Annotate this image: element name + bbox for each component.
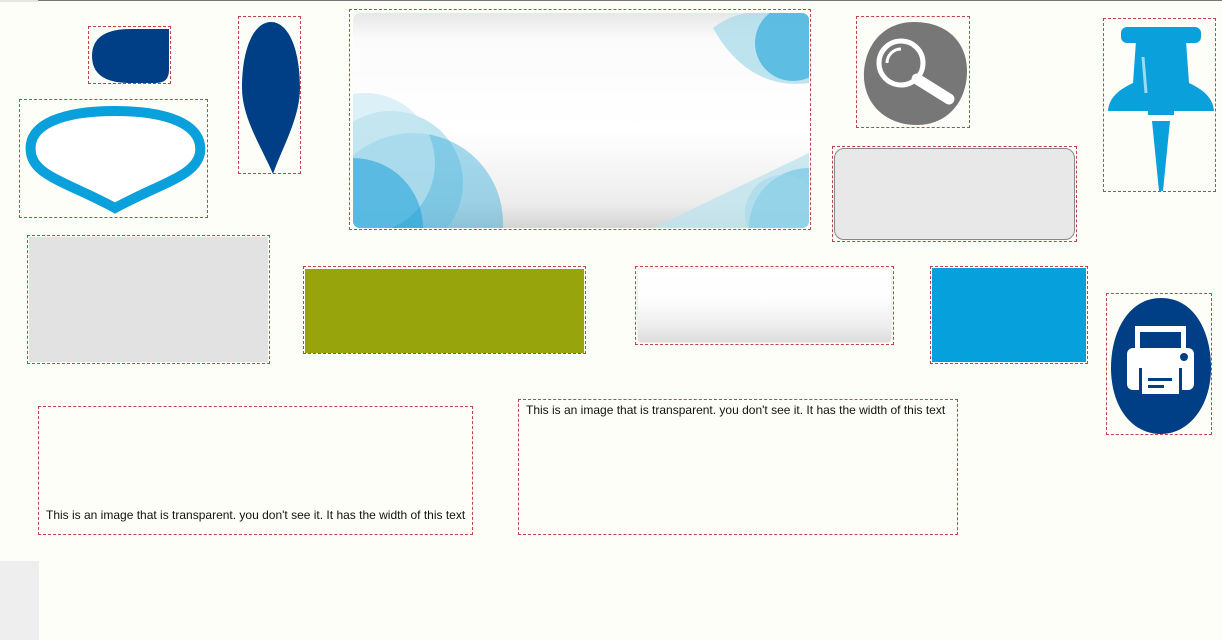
gradient-banner-frame[interactable]: [349, 9, 811, 230]
push-pin-icon: [1108, 27, 1214, 191]
printer-icon-frame[interactable]: [1106, 293, 1212, 435]
drop-shape-icon: [92, 29, 169, 83]
gradient-banner: [353, 13, 809, 228]
gray-rect-shape: [29, 237, 268, 362]
olive-rect-shape: [305, 269, 584, 353]
blue-rect-frame[interactable]: [930, 266, 1088, 364]
rounded-rect-frame[interactable]: [832, 146, 1077, 242]
search-icon: [863, 22, 967, 125]
olive-rect-frame[interactable]: [303, 266, 586, 354]
gradient-bar-shape: [638, 269, 891, 342]
push-pin-frame[interactable]: [1103, 18, 1216, 192]
top-border-line: [0, 0, 1222, 1]
rounded-rect-shape: [834, 148, 1075, 240]
speech-balloon-frame[interactable]: [19, 99, 208, 218]
bottom-left-panel: [0, 561, 39, 640]
speech-balloon-shape-icon: [25, 105, 206, 214]
transparent-image-top-caption[interactable]: This is an image that is transparent. yo…: [518, 399, 958, 535]
gradient-bar-frame[interactable]: [635, 266, 894, 345]
leaf-shape-frame[interactable]: [238, 16, 301, 174]
top-left-tab: [0, 0, 38, 2]
search-icon-frame[interactable]: [856, 16, 970, 128]
caption-text: This is an image that is transparent. yo…: [46, 508, 466, 522]
drop-shape-frame[interactable]: [88, 26, 171, 84]
caption-text: This is an image that is transparent. yo…: [526, 403, 946, 417]
gray-rect-frame[interactable]: [27, 235, 270, 364]
printer-icon: [1111, 298, 1211, 434]
transparent-image-bottom-caption[interactable]: This is an image that is transparent. yo…: [38, 406, 473, 535]
leaf-shape-icon: [242, 22, 300, 174]
blue-rect-shape: [932, 268, 1086, 362]
